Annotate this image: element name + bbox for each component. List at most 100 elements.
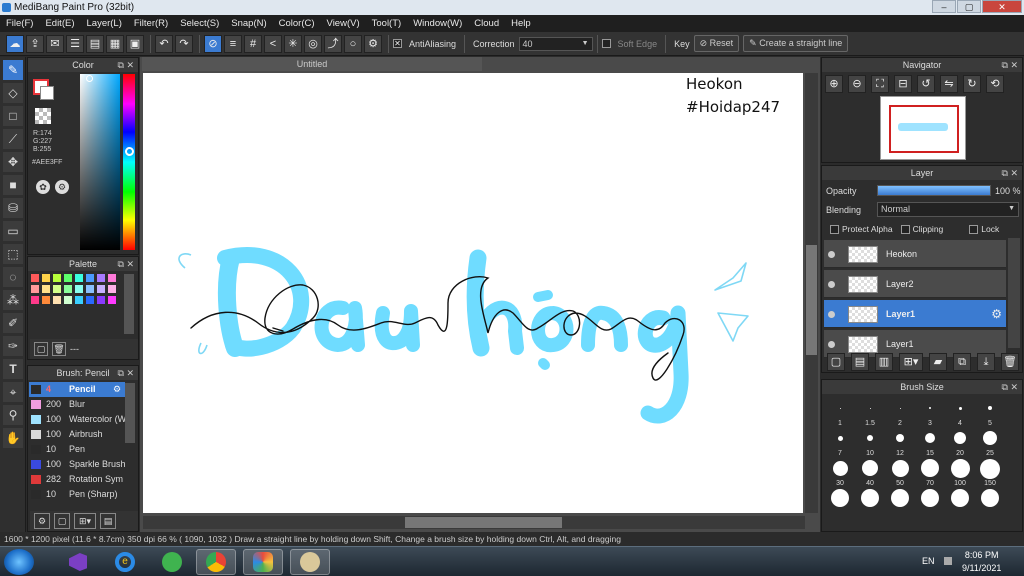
brush-size-option[interactable]: 10	[855, 428, 885, 458]
brush-size-option[interactable]	[975, 488, 1005, 518]
menu-color[interactable]: Color(C)	[279, 18, 315, 29]
rotate-right-icon[interactable]: ↻	[963, 75, 981, 93]
app-icon-green[interactable]	[152, 549, 192, 575]
zoom-out-icon[interactable]: ⊖	[848, 75, 866, 93]
clock[interactable]: 8:06 PM 9/11/2021	[962, 549, 1001, 575]
brush-settings-icon[interactable]: ⚙	[34, 513, 50, 529]
move-tool-icon[interactable]: ✥	[3, 152, 23, 172]
color-settings-icon[interactable]: ⚙	[55, 180, 69, 194]
layer-row[interactable]: Heokon	[824, 240, 1006, 268]
text-tool-icon[interactable]: T	[3, 359, 23, 379]
curve-snap-icon[interactable]: ⤴	[324, 34, 342, 53]
vertical-scroll-thumb[interactable]	[806, 245, 817, 355]
soft-edge-checkbox[interactable]	[601, 39, 611, 48]
brush-size-option[interactable]: 40	[855, 458, 885, 488]
new-layer-icon[interactable]: ▢	[827, 353, 845, 371]
menu-edit[interactable]: Edit(E)	[45, 18, 74, 29]
close-button[interactable]: ✕	[982, 0, 1022, 13]
panel-close-icon[interactable]: ⧉ ✕	[1002, 166, 1018, 180]
new-8bit-layer-icon[interactable]: ▥	[875, 353, 893, 371]
brush-size-option[interactable]: 4	[945, 398, 975, 428]
brush-size-option[interactable]: 15	[915, 428, 945, 458]
select-tool-icon[interactable]: ⬚	[3, 244, 23, 264]
paint-icon[interactable]	[290, 549, 330, 575]
magic-wand-tool-icon[interactable]: ⁂	[3, 290, 23, 310]
new-palette-icon[interactable]: ▢	[34, 342, 48, 356]
parallel-snap-icon[interactable]: ≡	[224, 34, 242, 53]
menu-window[interactable]: Window(W)	[413, 18, 462, 29]
eraser-tool-icon[interactable]: ◇	[3, 83, 23, 103]
bucket-tool-icon[interactable]: ⛁	[3, 198, 23, 218]
brush-item[interactable]: 100 Airbrush	[29, 427, 125, 442]
brush-size-option[interactable]: 1.5	[855, 398, 885, 428]
palette-swatch[interactable]	[86, 285, 94, 293]
comment-icon[interactable]: ✉	[46, 34, 64, 53]
menu-tool[interactable]: Tool(T)	[372, 18, 402, 29]
protect-alpha-checkbox[interactable]	[830, 224, 839, 234]
palette-swatch[interactable]	[42, 296, 50, 304]
color-wheel-icon[interactable]: ✿	[36, 180, 50, 194]
snap-off-icon[interactable]: ⊘	[204, 34, 222, 53]
hue-slider[interactable]	[123, 74, 135, 250]
panel-close-icon[interactable]: ⧉ ✕	[118, 58, 134, 72]
brush-size-option[interactable]: 50	[885, 458, 915, 488]
opacity-slider[interactable]	[877, 185, 991, 196]
delete-palette-icon[interactable]: 🗑	[52, 342, 66, 356]
hand-tool-icon[interactable]: ✋	[3, 428, 23, 448]
fit-window-icon[interactable]: ⛶	[871, 75, 889, 93]
palette-swatch[interactable]	[64, 296, 72, 304]
menu-filter[interactable]: Filter(R)	[134, 18, 168, 29]
correction-select[interactable]: 40 ▼	[518, 36, 593, 51]
new-brush-icon[interactable]: ▢	[54, 513, 70, 529]
brush-size-option[interactable]: 12	[885, 428, 915, 458]
brush-size-option[interactable]: 5	[975, 398, 1005, 428]
vanishing-snap-icon[interactable]: <	[264, 34, 282, 53]
palette-swatch[interactable]	[42, 285, 50, 293]
ring-snap-icon[interactable]: ○	[344, 34, 362, 53]
maximize-button[interactable]: ▢	[957, 0, 981, 13]
palette-swatch[interactable]	[108, 296, 116, 304]
new-halftone-layer-icon[interactable]: ▤	[851, 353, 869, 371]
brush-item[interactable]: 282 Rotation Sym	[29, 472, 125, 487]
brush-size-option[interactable]	[915, 488, 945, 518]
brush-size-option[interactable]: 1	[825, 398, 855, 428]
layer-settings-icon[interactable]: ⚙	[991, 307, 1002, 321]
document-icon[interactable]: ▤	[86, 34, 104, 53]
brush-item[interactable]: 100 Sparkle Brush	[29, 457, 125, 472]
palette-swatch[interactable]	[86, 274, 94, 282]
cloud-icon[interactable]: ☁	[6, 34, 24, 53]
brush-property-icon[interactable]: ▤	[100, 513, 116, 529]
gradient-tool-icon[interactable]: ▭	[3, 221, 23, 241]
palette-swatch[interactable]	[75, 296, 83, 304]
eye-icon[interactable]	[828, 251, 835, 258]
brush-size-option[interactable]	[855, 488, 885, 518]
palette-swatch[interactable]	[108, 285, 116, 293]
palette-swatch[interactable]	[31, 274, 39, 282]
panel-close-icon[interactable]: ⧉ ✕	[1002, 380, 1018, 394]
palette-swatch[interactable]	[53, 285, 61, 293]
brush-item[interactable]: 10 Pen (Sharp)	[29, 487, 125, 502]
palette-scrollbar[interactable]	[124, 274, 134, 334]
layer-scrollbar[interactable]	[1008, 238, 1020, 348]
redo-icon[interactable]: ↷	[175, 34, 193, 53]
fill-rect-tool-icon[interactable]: ■	[3, 175, 23, 195]
brush-size-option[interactable]: 25	[975, 428, 1005, 458]
language-indicator[interactable]: EN	[922, 556, 935, 566]
add-layer-menu-icon[interactable]: ⊞▾	[899, 353, 923, 371]
palette-swatch[interactable]	[53, 274, 61, 282]
zoom-in-icon[interactable]: ⊕	[825, 75, 843, 93]
reset-button[interactable]: ⊘ Reset	[693, 35, 740, 52]
antialiasing-checkbox[interactable]: ✕	[393, 39, 402, 48]
actual-size-icon[interactable]: ⊟	[894, 75, 912, 93]
blending-select[interactable]: Normal ▼	[877, 202, 1019, 217]
navigator-thumbnail[interactable]	[880, 96, 966, 160]
cross-snap-icon[interactable]: #	[244, 34, 262, 53]
straight-line-button[interactable]: ✎ Create a straight line	[743, 35, 849, 52]
share-icon[interactable]: ⇪	[26, 34, 44, 53]
palette-swatch[interactable]	[64, 274, 72, 282]
folder-icon[interactable]: ▰	[929, 353, 947, 371]
tile-icon[interactable]: ▣	[126, 34, 144, 53]
menu-cloud[interactable]: Cloud	[474, 18, 499, 29]
palette-swatch[interactable]	[42, 274, 50, 282]
menu-help[interactable]: Help	[511, 18, 531, 29]
